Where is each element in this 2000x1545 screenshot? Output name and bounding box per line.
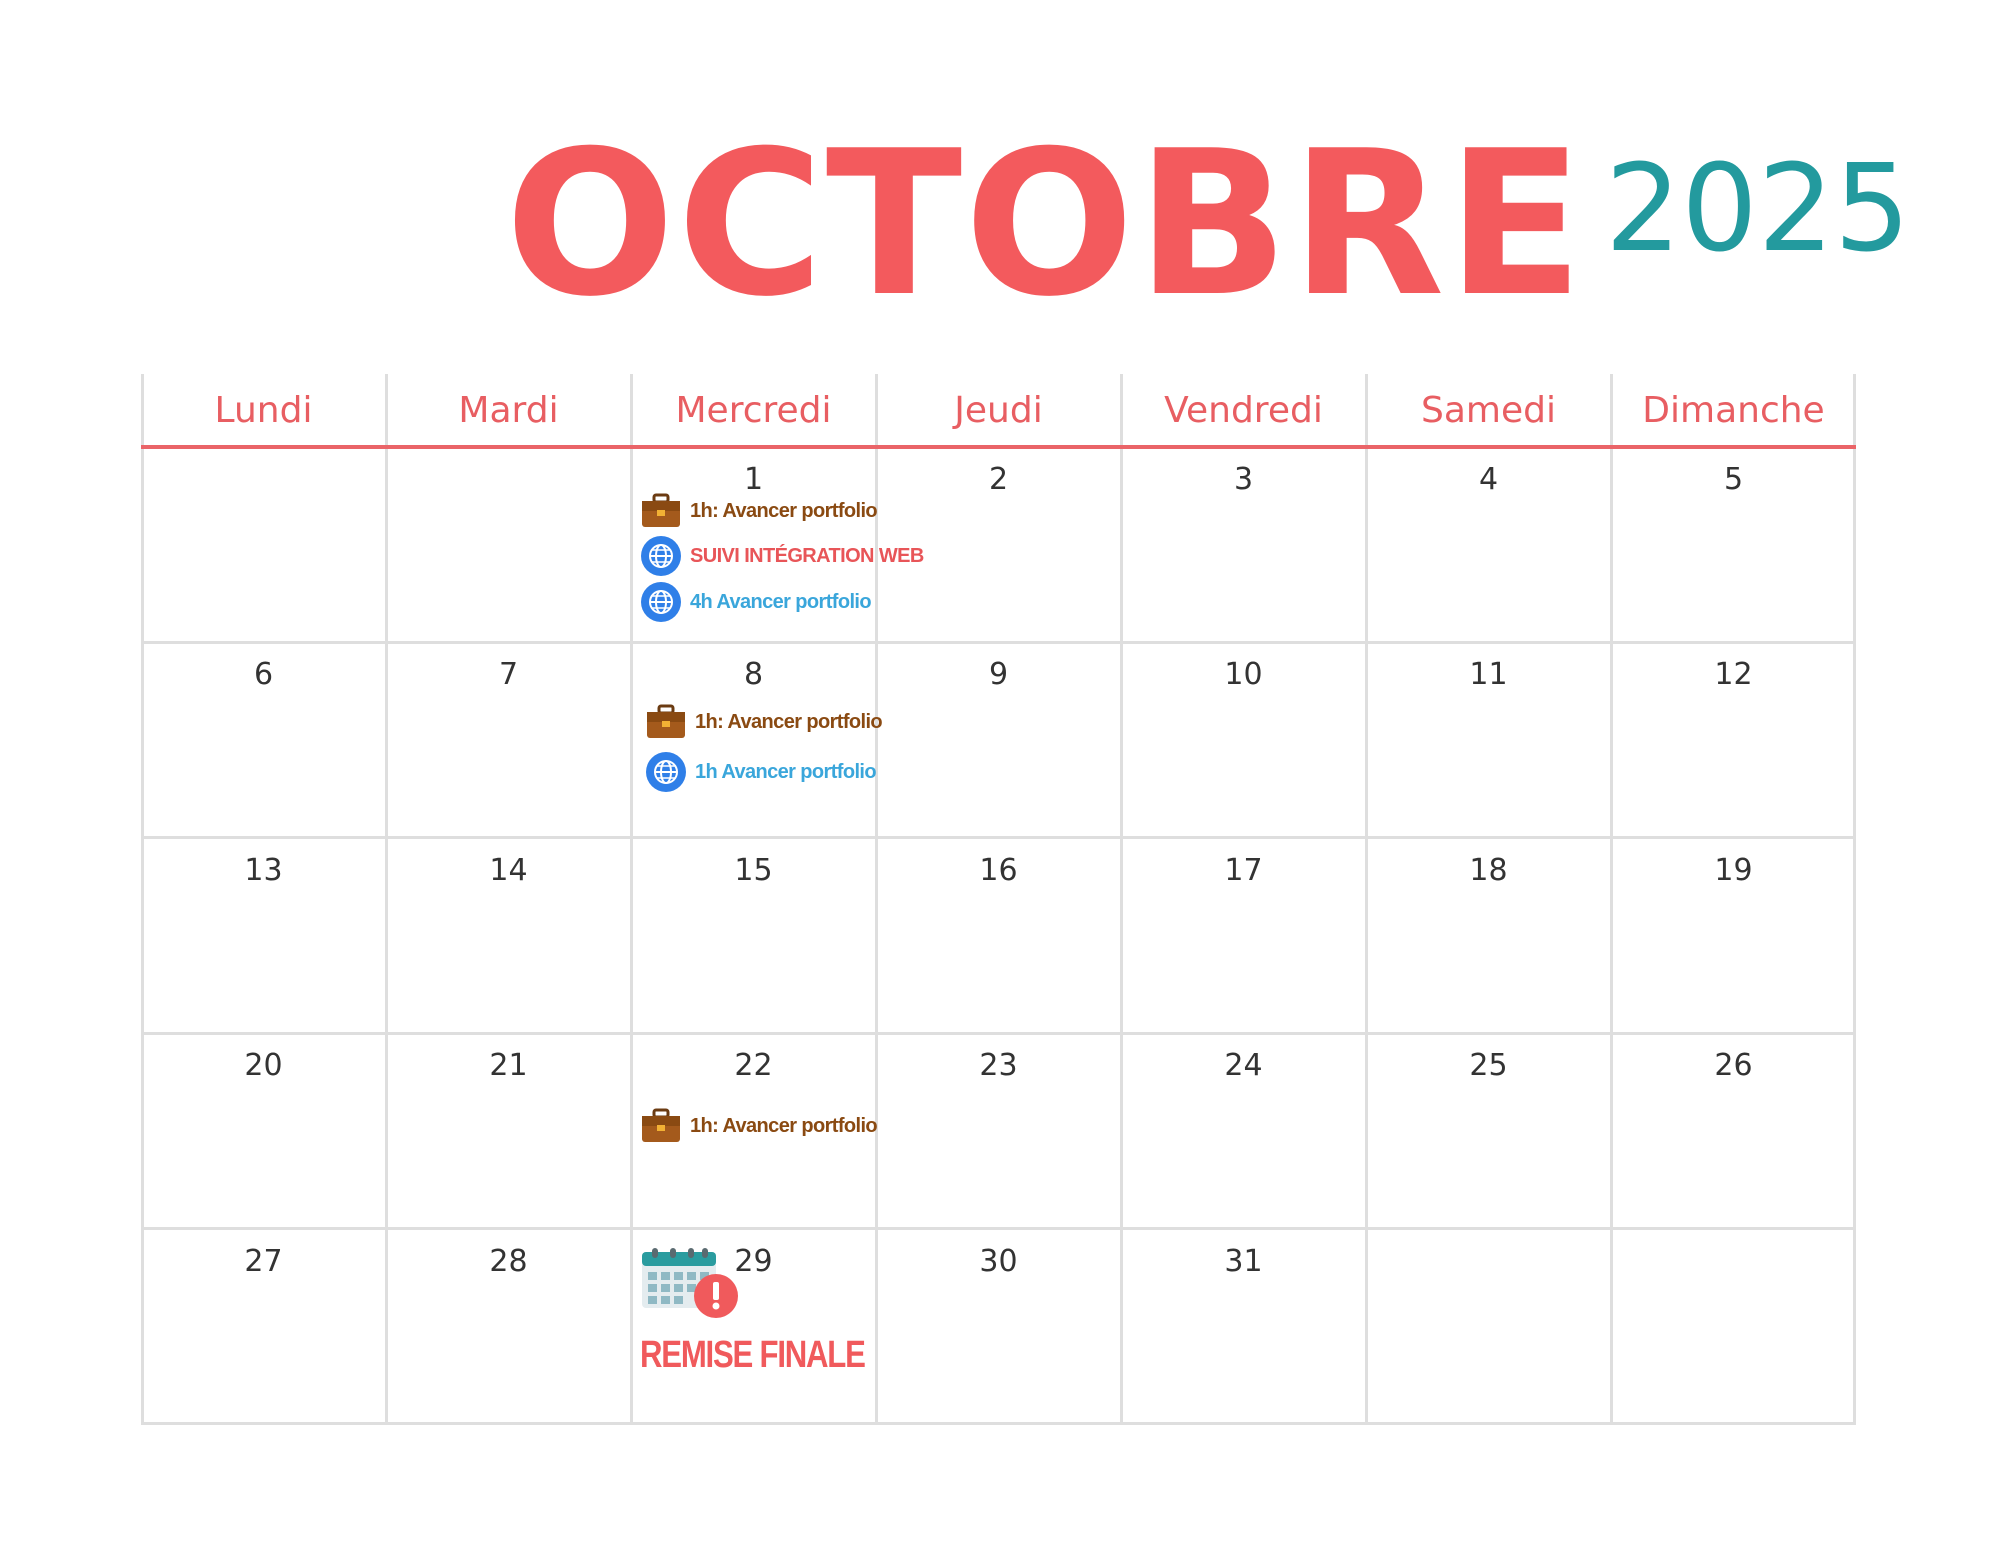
day-cell-number[interactable]: 9 (876, 655, 1121, 695)
event-item[interactable]: SUIVI INTÉGRATION WEB (640, 534, 924, 578)
day-cell-number[interactable]: 20 (141, 1046, 386, 1086)
day-cell-number[interactable]: 8 (631, 655, 876, 695)
weekday-mercredi: Mercredi (675, 390, 832, 431)
day-cell-number[interactable]: 7 (386, 655, 631, 695)
briefcase-icon (640, 490, 682, 532)
event-label: 1h Avancer portfolio (695, 760, 877, 783)
briefcase-icon (640, 1105, 682, 1147)
event-item[interactable]: 1h: Avancer portfolio (640, 1104, 878, 1148)
header-underline (141, 445, 1856, 449)
weekday-jeudi: Jeudi (954, 390, 1043, 431)
month-title: OCTOBRE (505, 108, 1586, 341)
day-cell-number[interactable]: 24 (1121, 1046, 1366, 1086)
day-cell-number[interactable]: 28 (386, 1242, 631, 1282)
event-label: 1h: Avancer portfolio (690, 1114, 878, 1137)
day-cell-number[interactable]: 5 (1611, 460, 1856, 500)
grid-line (1853, 374, 1856, 1425)
grid-line (141, 1422, 1856, 1425)
day-cell-number[interactable]: 10 (1121, 655, 1366, 695)
day-cell-number[interactable]: 6 (141, 655, 386, 695)
briefcase-icon (645, 701, 687, 743)
day-cell-number[interactable]: 22 (631, 1046, 876, 1086)
weekday-vendredi: Vendredi (1164, 390, 1323, 431)
grid-line (141, 836, 1856, 839)
event-item[interactable]: 1h: Avancer portfolio (645, 700, 883, 744)
grid-line (141, 641, 1856, 644)
weekday-dimanche: Dimanche (1642, 390, 1825, 431)
day-cell-number[interactable]: 31 (1121, 1242, 1366, 1282)
day-cell-number[interactable]: 27 (141, 1242, 386, 1282)
globe-icon (640, 535, 682, 577)
globe-icon (640, 581, 682, 623)
day-cell-number[interactable]: 11 (1366, 655, 1611, 695)
event-item[interactable]: 1h: Avancer portfolio (640, 489, 878, 533)
grid-line (141, 1227, 1856, 1230)
day-cell-number[interactable]: 13 (141, 851, 386, 891)
grid-line (1610, 374, 1613, 1425)
day-cell-number[interactable]: 25 (1366, 1046, 1611, 1086)
weekday-samedi: Samedi (1421, 390, 1556, 431)
event-item[interactable]: 4h Avancer portfolio (640, 580, 872, 624)
day-cell-number[interactable]: 14 (386, 851, 631, 891)
event-label: 1h: Avancer portfolio (690, 499, 878, 522)
day-cell-number[interactable]: 15 (631, 851, 876, 891)
day-cell-number[interactable]: 2 (876, 460, 1121, 500)
day-cell-number[interactable]: 30 (876, 1242, 1121, 1282)
weekday-lundi: Lundi (214, 390, 313, 431)
day-cell-number[interactable]: 3 (1121, 460, 1366, 500)
event-label: 4h Avancer portfolio (690, 590, 872, 613)
day-cell-number[interactable]: 21 (386, 1046, 631, 1086)
day-cell-number[interactable]: 12 (1611, 655, 1856, 695)
year-title: 2025 (1605, 140, 1911, 279)
day-cell-number[interactable]: 17 (1121, 851, 1366, 891)
weekday-mardi: Mardi (458, 390, 559, 431)
day-cell-number[interactable]: 19 (1611, 851, 1856, 891)
day-cell-number[interactable]: 16 (876, 851, 1121, 891)
calendar-alert-icon (640, 1248, 744, 1320)
calendar-grid: Lundi Mardi Mercredi Jeudi Vendredi Same… (141, 374, 1856, 1425)
day-cell-number[interactable]: 23 (876, 1046, 1121, 1086)
grid-line (141, 1032, 1856, 1035)
day-cell-number[interactable]: 18 (1366, 851, 1611, 891)
day-cell-number[interactable]: 4 (1366, 460, 1611, 500)
event-item[interactable]: 1h Avancer portfolio (645, 750, 877, 794)
event-label: SUIVI INTÉGRATION WEB (690, 544, 924, 567)
globe-icon (645, 751, 687, 793)
deadline-label: REMISE FINALE (640, 1334, 866, 1376)
day-cell-number[interactable]: 26 (1611, 1046, 1856, 1086)
event-label: 1h: Avancer portfolio (695, 710, 883, 733)
